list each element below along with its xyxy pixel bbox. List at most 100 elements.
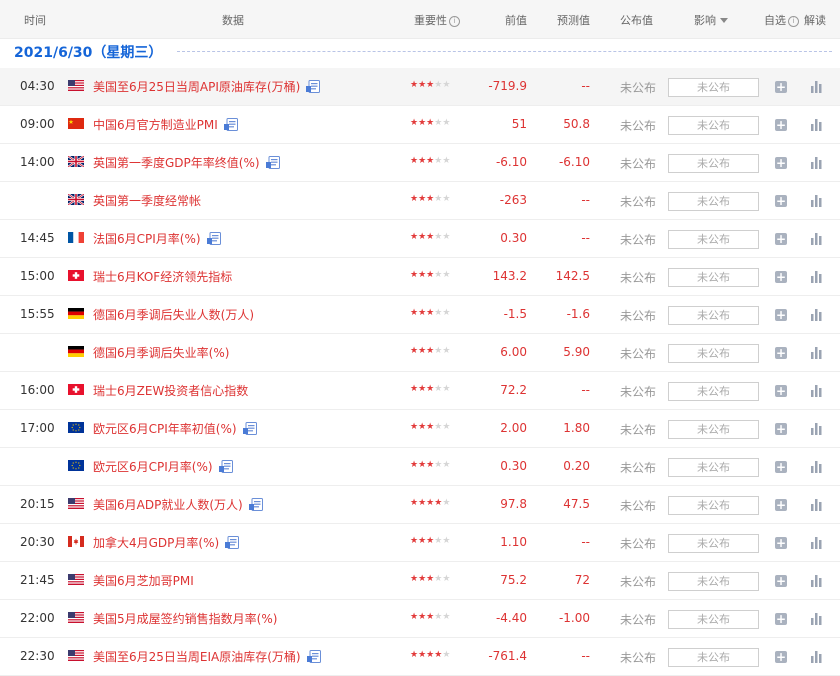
importance-stars: ★★★★★	[410, 384, 450, 394]
document-icon[interactable]	[248, 498, 263, 511]
bar-chart-icon[interactable]	[810, 422, 823, 435]
bar-chart-icon[interactable]	[810, 270, 823, 283]
bar-chart-icon[interactable]	[810, 612, 823, 625]
document-icon[interactable]	[265, 156, 280, 169]
bar-chart-icon[interactable]	[810, 498, 823, 511]
event-name-link[interactable]: 瑞士6月ZEW投资者信心指数	[93, 382, 248, 399]
published-value: 未公布	[620, 385, 657, 399]
star-icon: ★	[410, 80, 419, 90]
effect-box: 未公布	[668, 154, 759, 173]
calendar-row: 09:00 中国6月官方制造业PMI ★★★★★ 51 50.8 未公布 未公布 +	[0, 106, 840, 144]
info-icon[interactable]: i	[449, 16, 460, 27]
effect-filter[interactable]: 影响	[694, 12, 728, 28]
event-time: 04:30	[20, 79, 55, 93]
document-icon[interactable]	[306, 650, 321, 663]
event-name-link[interactable]: 美国6月芝加哥PMI	[93, 572, 194, 589]
star-icon: ★	[442, 80, 451, 90]
document-icon[interactable]	[242, 422, 257, 435]
event-name-link[interactable]: 美国至6月25日当周API原油库存(万桶)	[93, 78, 321, 95]
effect-box: 未公布	[668, 572, 759, 591]
event-name-link[interactable]: 英国第一季度经常帐	[93, 192, 201, 209]
previous-value: 51	[511, 117, 527, 131]
previous-value: 2.00	[500, 421, 527, 435]
event-name-link[interactable]: 英国第一季度GDP年率终值(%)	[93, 154, 280, 171]
add-to-selfselect-button[interactable]: +	[775, 461, 787, 473]
add-to-selfselect-button[interactable]: +	[775, 385, 787, 397]
forecast-value: 72	[574, 573, 590, 587]
bar-chart-icon[interactable]	[810, 156, 823, 169]
star-icon: ★	[442, 118, 451, 128]
event-name-link[interactable]: 德国6月季调后失业人数(万人)	[93, 306, 254, 323]
forecast-value: --	[581, 535, 590, 549]
star-icon: ★	[418, 460, 427, 470]
star-icon: ★	[418, 422, 427, 432]
bar-chart-icon[interactable]	[810, 308, 823, 321]
event-name-link[interactable]: 中国6月官方制造业PMI	[93, 116, 238, 133]
add-to-selfselect-button[interactable]: +	[775, 613, 787, 625]
add-to-selfselect-button[interactable]: +	[775, 537, 787, 549]
star-icon: ★	[442, 232, 451, 242]
event-name-link[interactable]: 瑞士6月KOF经济领先指标	[93, 268, 232, 285]
document-icon[interactable]	[223, 118, 238, 131]
importance-stars: ★★★★★	[410, 118, 450, 128]
effect-box: 未公布	[668, 458, 759, 477]
bar-chart-icon[interactable]	[810, 194, 823, 207]
bar-chart-icon[interactable]	[810, 384, 823, 397]
star-icon: ★	[418, 232, 427, 242]
event-name-link[interactable]: 欧元区6月CPI年率初值(%)	[93, 420, 257, 437]
document-icon[interactable]	[306, 80, 321, 93]
add-to-selfselect-button[interactable]: +	[775, 119, 787, 131]
star-icon: ★	[418, 384, 427, 394]
add-to-selfselect-button[interactable]: +	[775, 195, 787, 207]
document-icon[interactable]	[218, 460, 233, 473]
add-to-selfselect-button[interactable]: +	[775, 309, 787, 321]
bar-chart-icon[interactable]	[810, 460, 823, 473]
effect-box: 未公布	[668, 192, 759, 211]
star-icon: ★	[410, 384, 419, 394]
event-name-link[interactable]: 美国6月ADP就业人数(万人)	[93, 496, 263, 513]
event-name-link[interactable]: 美国5月成屋签约销售指数月率(%)	[93, 610, 277, 627]
info-icon[interactable]: i	[788, 16, 799, 27]
previous-value: -4.40	[495, 611, 527, 625]
header-interpret: 解读	[804, 14, 826, 27]
event-name-link[interactable]: 加拿大4月GDP月率(%)	[93, 534, 240, 551]
forecast-value: 5.90	[563, 345, 590, 359]
add-to-selfselect-button[interactable]: +	[775, 575, 787, 587]
effect-box: 未公布	[668, 78, 759, 97]
importance-stars: ★★★★★	[410, 612, 450, 622]
header-time: 时间	[24, 14, 46, 27]
bar-chart-icon[interactable]	[810, 574, 823, 587]
bar-chart-icon[interactable]	[810, 80, 823, 93]
us-flag-icon	[68, 574, 84, 585]
event-name-link[interactable]: 欧元区6月CPI月率(%)	[93, 458, 233, 475]
star-icon: ★	[410, 194, 419, 204]
event-name-link[interactable]: 德国6月季调后失业率(%)	[93, 344, 229, 361]
bar-chart-icon[interactable]	[810, 650, 823, 663]
previous-value: 6.00	[500, 345, 527, 359]
add-to-selfselect-button[interactable]: +	[775, 233, 787, 245]
add-to-selfselect-button[interactable]: +	[775, 157, 787, 169]
germany-flag-icon	[68, 308, 84, 319]
add-to-selfselect-button[interactable]: +	[775, 347, 787, 359]
header-importance-label: 重要性	[414, 14, 447, 27]
document-icon[interactable]	[206, 232, 221, 245]
add-to-selfselect-button[interactable]: +	[775, 499, 787, 511]
france-flag-icon	[68, 232, 84, 243]
add-to-selfselect-button[interactable]: +	[775, 81, 787, 93]
event-name-link[interactable]: 美国至6月25日当周EIA原油库存(万桶)	[93, 648, 321, 665]
switzerland-flag-icon	[68, 270, 84, 281]
bar-chart-icon[interactable]	[810, 232, 823, 245]
forecast-value: --	[581, 193, 590, 207]
document-icon[interactable]	[225, 536, 240, 549]
add-to-selfselect-button[interactable]: +	[775, 651, 787, 663]
bar-chart-icon[interactable]	[810, 118, 823, 131]
previous-value: 75.2	[500, 573, 527, 587]
effect-box: 未公布	[668, 420, 759, 439]
importance-stars: ★★★★★	[410, 346, 450, 356]
bar-chart-icon[interactable]	[810, 346, 823, 359]
event-name-link[interactable]: 法国6月CPI月率(%)	[93, 230, 221, 247]
bar-chart-icon[interactable]	[810, 536, 823, 549]
add-to-selfselect-button[interactable]: +	[775, 271, 787, 283]
event-time: 22:30	[20, 649, 55, 663]
add-to-selfselect-button[interactable]: +	[775, 423, 787, 435]
